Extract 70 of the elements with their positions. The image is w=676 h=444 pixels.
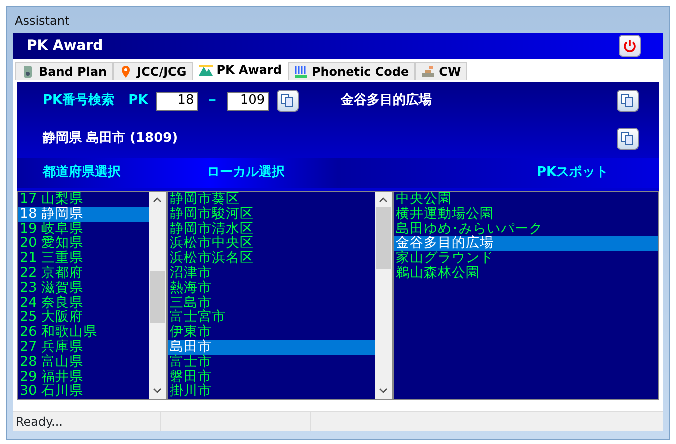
column-header: PKスポット <box>536 164 609 182</box>
copy-icon <box>281 94 296 108</box>
list-item[interactable]: 22 京都府 <box>18 266 149 281</box>
tab[interactable]: Band Plan <box>15 62 114 80</box>
scroll-thumb[interactable] <box>376 207 391 269</box>
column-header: ローカル選択 <box>206 164 286 182</box>
copy-button[interactable] <box>617 128 639 150</box>
list-item[interactable]: 25 大阪府 <box>18 310 149 326</box>
list-item[interactable]: 28 富山県 <box>18 354 149 370</box>
list-item[interactable]: 熱海市 <box>168 280 375 296</box>
list-item[interactable]: 27 兵庫県 <box>18 340 149 355</box>
list-item[interactable]: 鵜山森林公園 <box>394 266 658 281</box>
list-item[interactable]: 磐田市 <box>168 370 375 384</box>
column-header: 都道府県選択 <box>42 164 122 182</box>
window-title: Assistant <box>14 13 71 30</box>
pk-from-field[interactable]: 18 <box>156 92 198 110</box>
list-item[interactable]: 30 石川県 <box>18 384 149 400</box>
mountain-icon <box>198 63 213 77</box>
list-item[interactable]: 浜松市中央区 <box>168 236 375 252</box>
pk-prefix: PK <box>128 92 148 110</box>
list-item[interactable]: 24 奈良県 <box>18 296 149 310</box>
scroll-down-icon <box>379 388 388 394</box>
tab[interactable]: CW <box>415 62 468 80</box>
scrollbar[interactable] <box>149 192 166 400</box>
list-item[interactable]: 金谷多目的広場 <box>394 236 658 252</box>
power-icon <box>623 39 637 53</box>
status-text: Ready... <box>13 412 161 431</box>
pk-to-field[interactable]: 109 <box>227 92 270 110</box>
power-button[interactable] <box>619 35 641 57</box>
list-item[interactable]: 18 静岡県 <box>18 206 149 222</box>
radio-icon <box>21 64 35 78</box>
search-label: PK番号検索 <box>43 92 115 110</box>
list-item[interactable]: 横井運動場公園 <box>394 206 658 222</box>
list-item[interactable]: 20 愛知県 <box>18 236 149 252</box>
list-item[interactable]: 21 三重県 <box>18 251 149 266</box>
list-item[interactable]: 23 滋賀県 <box>18 280 149 296</box>
list-item[interactable]: 19 岐阜県 <box>18 222 149 236</box>
list-item[interactable]: 静岡市清水区 <box>168 222 375 236</box>
result-name: 金谷多目的広場 <box>341 92 434 110</box>
list-item[interactable]: 掛川市 <box>168 384 375 400</box>
list-item[interactable]: 静岡市駿河区 <box>168 206 375 222</box>
tab[interactable]: JCC/JCG <box>113 62 193 80</box>
scroll-thumb[interactable] <box>150 271 165 323</box>
list-item[interactable]: 島田市 <box>168 340 375 355</box>
list-item[interactable]: 中央公園 <box>394 192 658 207</box>
copy-icon <box>621 94 635 108</box>
scroll-up-icon <box>153 197 162 203</box>
scroll-up-icon <box>379 197 388 203</box>
location-text: 静岡県 島田市 (1809) <box>43 130 180 148</box>
list-item[interactable]: 島田ゆめ･みらいパーク <box>394 222 658 236</box>
list-item[interactable]: 26 和歌山県 <box>18 325 149 340</box>
separator: － <box>206 92 220 110</box>
scrollbar[interactable] <box>375 192 392 400</box>
list-item[interactable]: 29 福井県 <box>18 370 149 384</box>
copy-button[interactable] <box>277 90 300 112</box>
copy-button[interactable] <box>617 90 639 112</box>
scroll-down-icon <box>153 388 162 394</box>
list-item[interactable]: 17 山梨県 <box>18 192 149 207</box>
list-item[interactable]: 浜松市浜名区 <box>168 251 375 266</box>
header-title: PK Award <box>27 36 104 56</box>
bars-icon <box>294 64 308 78</box>
list-item[interactable]: 家山グラウンド <box>394 251 658 266</box>
list-item[interactable]: 沼津市 <box>168 266 375 281</box>
list-item[interactable]: 三島市 <box>168 296 375 310</box>
list-item[interactable]: 富士市 <box>168 354 375 370</box>
list-item[interactable]: 富士宮市 <box>168 310 375 326</box>
tab[interactable]: Phonetic Code <box>288 62 416 80</box>
telegraph-key-icon <box>421 64 436 78</box>
list-item[interactable]: 伊東市 <box>168 325 375 340</box>
copy-icon <box>621 132 635 146</box>
